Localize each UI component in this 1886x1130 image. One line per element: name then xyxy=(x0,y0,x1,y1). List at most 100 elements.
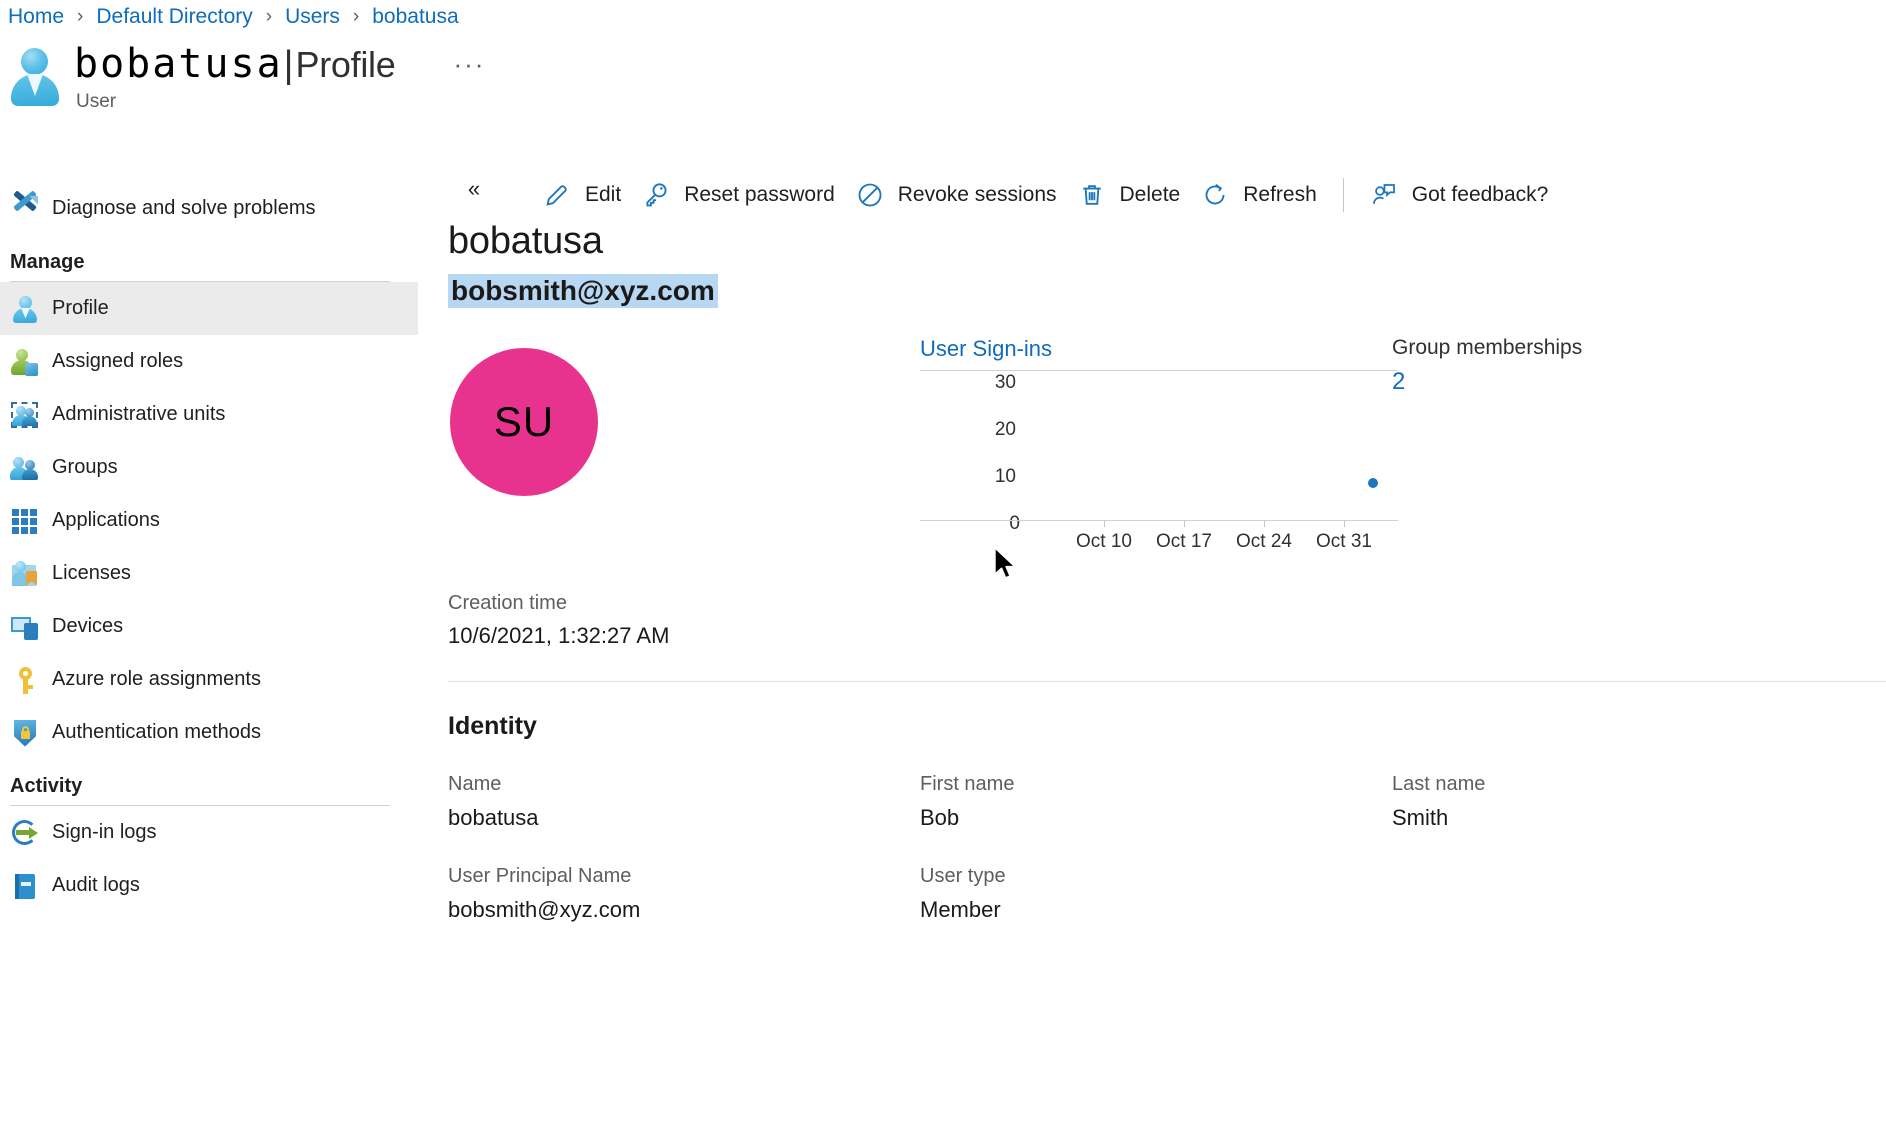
identity-field-user-type: User type Member xyxy=(920,865,1392,923)
field-label: First name xyxy=(920,773,1392,796)
group-memberships-tile: Group memberships 2 xyxy=(1392,336,1622,396)
page-title-block: bobatusa | Profile ··· User xyxy=(8,42,491,113)
command-bar: Edit Reset password Revoke sessions xyxy=(536,170,1562,220)
page-title-name: bobatusa xyxy=(74,42,283,87)
x-axis-tick: Oct 31 xyxy=(1316,531,1372,553)
people-icon xyxy=(10,453,40,483)
y-axis-tick: 20 xyxy=(995,419,1016,441)
y-axis-tick: 0 xyxy=(1009,513,1020,535)
sidebar-item-devices[interactable]: Devices xyxy=(0,600,418,653)
user-signins-chart-title[interactable]: User Sign-ins xyxy=(920,336,1052,362)
refresh-icon xyxy=(1198,178,1232,212)
user-display-name: bobatusa xyxy=(448,220,1886,263)
identity-field-empty xyxy=(1392,865,1864,923)
breadcrumb-separator-icon: › xyxy=(77,6,83,28)
breadcrumb-item-bobatusa[interactable]: bobatusa xyxy=(372,5,458,29)
sidebar-item-label: Sign-in logs xyxy=(52,821,157,844)
identity-fields-grid: Name bobatusa First name Bob Last name S… xyxy=(448,773,1886,923)
collapse-sidebar-button[interactable]: « xyxy=(457,174,491,204)
sidebar-item-assigned-roles[interactable]: Assigned roles xyxy=(0,335,418,388)
user-signins-chart: User Sign-ins 30 20 10 0 Oct 10 Oct 17 O… xyxy=(920,336,1398,549)
identity-section-title: Identity xyxy=(448,712,1886,741)
page-title-row: bobatusa | Profile ··· xyxy=(74,42,491,87)
revoke-sessions-button[interactable]: Revoke sessions xyxy=(849,173,1071,217)
license-card-icon xyxy=(10,559,40,589)
sidebar-item-label: Devices xyxy=(52,615,123,638)
sidebar-item-label: Profile xyxy=(52,297,109,320)
user-email-highlighted[interactable]: bobsmith@xyz.com xyxy=(448,274,718,308)
avatar-initials: SU xyxy=(494,398,554,446)
section-divider xyxy=(448,681,1886,682)
edit-button[interactable]: Edit xyxy=(536,173,635,217)
sidebar-item-label: Groups xyxy=(52,456,118,479)
page-title-text: bobatusa | Profile ··· User xyxy=(74,42,491,113)
got-feedback-button[interactable]: Got feedback? xyxy=(1363,173,1563,217)
identity-field-first-name: First name Bob xyxy=(920,773,1392,831)
sidebar-item-label: Administrative units xyxy=(52,403,225,426)
sidebar-item-groups[interactable]: Groups xyxy=(0,441,418,494)
sidebar-section-manage: Manage xyxy=(0,235,418,281)
sidebar-item-label: Authentication methods xyxy=(52,721,261,744)
refresh-button-label: Refresh xyxy=(1243,183,1317,207)
creation-time-label: Creation time xyxy=(448,592,1886,615)
revoke-sessions-button-label: Revoke sessions xyxy=(898,183,1057,207)
group-memberships-value[interactable]: 2 xyxy=(1392,368,1405,396)
delete-button[interactable]: Delete xyxy=(1071,173,1195,217)
x-axis-tick: Oct 10 xyxy=(1076,531,1132,553)
person-icon xyxy=(10,294,40,324)
identity-field-last-name: Last name Smith xyxy=(1392,773,1864,831)
sidebar-item-diagnose-and-solve-problems[interactable]: Diagnose and solve problems xyxy=(0,182,418,235)
identity-field-name: Name bobatusa xyxy=(448,773,920,831)
page-subtitle: User xyxy=(76,91,491,113)
reset-password-button[interactable]: Reset password xyxy=(635,173,849,217)
main-content: bobatusa bobsmith@xyz.com SU User Sign-i… xyxy=(448,220,1886,923)
sidebar-item-applications[interactable]: Applications xyxy=(0,494,418,547)
field-label: Name xyxy=(448,773,920,796)
chart-data-point[interactable] xyxy=(1368,478,1378,488)
y-axis-tick: 10 xyxy=(995,466,1016,488)
chart-x-axis-line xyxy=(920,520,1398,521)
overview-tiles: SU User Sign-ins 30 20 10 0 Oct 10 xyxy=(448,336,1886,586)
book-icon xyxy=(10,871,40,901)
field-value: Member xyxy=(920,897,1392,923)
chart-title-underline xyxy=(920,370,1398,371)
no-entry-icon xyxy=(853,178,887,212)
key-icon xyxy=(639,178,673,212)
sidebar-item-licenses[interactable]: Licenses xyxy=(0,547,418,600)
trash-icon xyxy=(1075,178,1109,212)
avatar: SU xyxy=(450,348,598,496)
sidebar-item-authentication-methods[interactable]: Authentication methods xyxy=(0,706,418,759)
x-axis-tick: Oct 17 xyxy=(1156,531,1212,553)
breadcrumb-item-users[interactable]: Users xyxy=(285,5,340,29)
creation-time-value: 10/6/2021, 1:32:27 AM xyxy=(448,623,1886,649)
identity-field-user-principal-name: User Principal Name bobsmith@xyz.com xyxy=(448,865,920,923)
page-title-separator: | xyxy=(284,44,294,87)
shield-lock-icon xyxy=(10,718,40,748)
breadcrumb-item-home[interactable]: Home xyxy=(8,5,64,29)
sidebar-item-azure-role-assignments[interactable]: Azure role assignments xyxy=(0,653,418,706)
sidebar-item-label: Applications xyxy=(52,509,160,532)
sidebar-item-profile[interactable]: Profile xyxy=(0,282,418,335)
sidebar-item-administrative-units[interactable]: Administrative units xyxy=(0,388,418,441)
breadcrumb-separator-icon: › xyxy=(266,6,272,28)
group-memberships-label: Group memberships xyxy=(1392,336,1622,360)
breadcrumb-separator-icon: › xyxy=(353,6,359,28)
y-axis-tick: 30 xyxy=(995,372,1016,394)
dashed-box-people-icon xyxy=(10,400,40,430)
sidebar-item-sign-in-logs[interactable]: Sign-in logs xyxy=(0,806,418,859)
pencil-icon xyxy=(540,178,574,212)
key-icon xyxy=(10,665,40,695)
field-value: Smith xyxy=(1392,805,1864,831)
creation-time-field: Creation time 10/6/2021, 1:32:27 AM xyxy=(448,592,1886,649)
sidebar-item-audit-logs[interactable]: Audit logs xyxy=(0,859,418,912)
sidebar-item-label: Audit logs xyxy=(52,874,140,897)
field-value: bobatusa xyxy=(448,805,920,831)
breadcrumb-item-default-directory[interactable]: Default Directory xyxy=(96,5,252,29)
field-label: Last name xyxy=(1392,773,1864,796)
breadcrumb: Home › Default Directory › Users › bobat… xyxy=(8,0,459,34)
person-comment-icon xyxy=(1367,178,1401,212)
refresh-button[interactable]: Refresh xyxy=(1194,173,1331,217)
devices-icon xyxy=(10,612,40,642)
more-options-icon[interactable]: ··· xyxy=(447,47,491,82)
sidebar-section-activity: Activity xyxy=(0,759,418,805)
